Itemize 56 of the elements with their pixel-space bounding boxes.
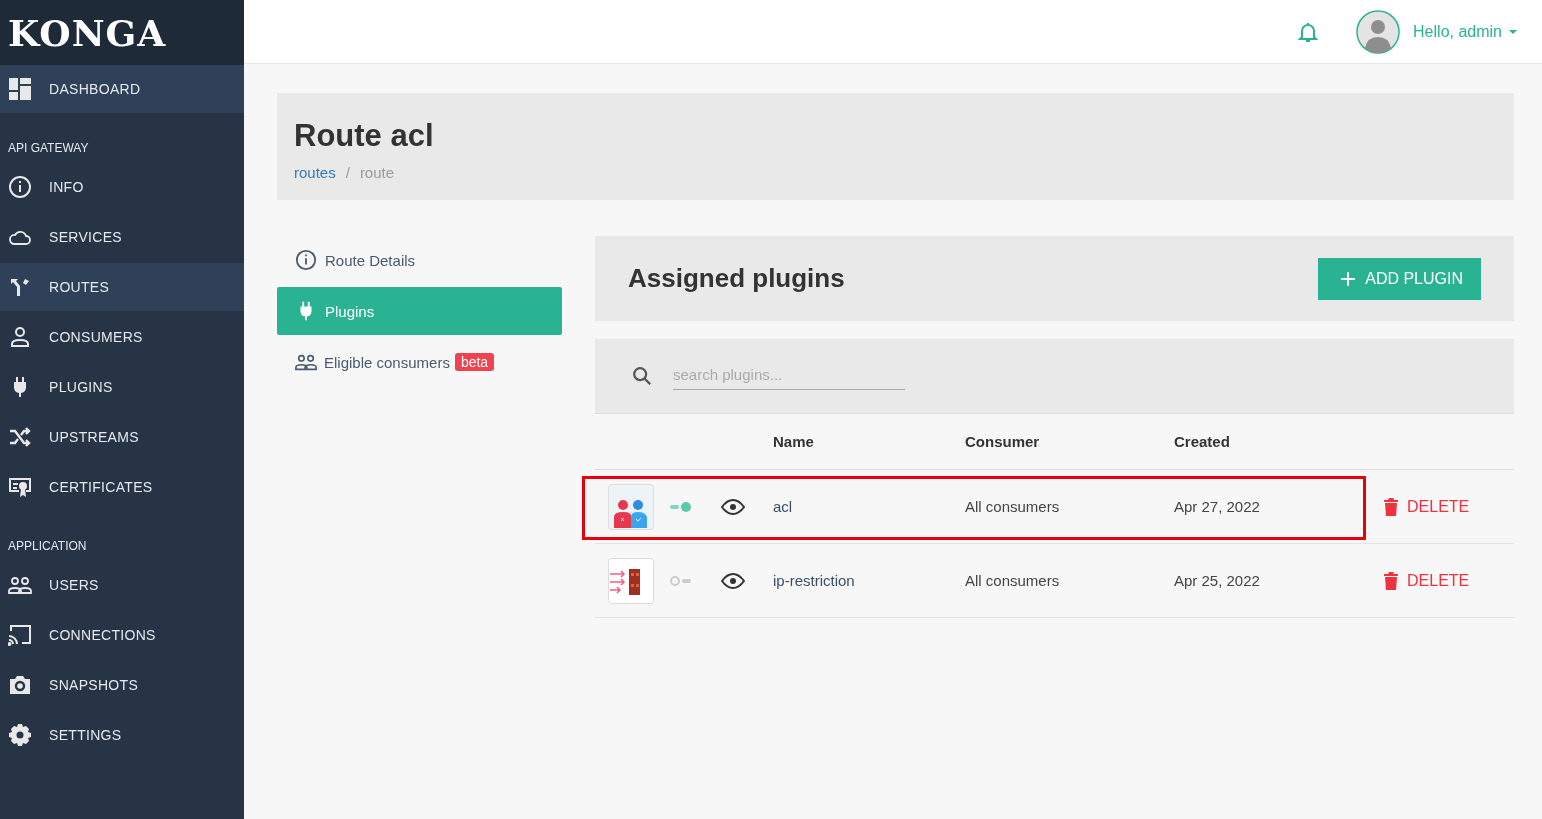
breadcrumb-link[interactable]: routes (294, 164, 336, 181)
sidebar-item[interactable]: USERS (0, 561, 244, 609)
plugin-name[interactable]: acl (773, 498, 965, 515)
sidebar-item[interactable]: INFO (0, 163, 244, 211)
toggle-on-icon[interactable] (669, 500, 693, 513)
sidebar-item[interactable]: CONSUMERS (0, 313, 244, 361)
side-tab[interactable]: Route Details (277, 236, 562, 284)
sidebar-item[interactable]: DASHBOARD (0, 65, 244, 113)
camera-icon (8, 673, 32, 697)
search-icon (631, 365, 653, 387)
info-icon (295, 249, 317, 271)
column-header: Name (773, 433, 815, 450)
panel-title: Assigned plugins (628, 263, 845, 294)
toggle-off-icon[interactable] (669, 574, 693, 587)
avatar-icon[interactable] (1356, 9, 1401, 54)
info-icon (8, 175, 32, 199)
sidebar-item[interactable]: UPSTREAMS (0, 413, 244, 461)
firewall-icon (608, 557, 654, 604)
side-tab[interactable]: Eligible consumers beta (277, 338, 562, 386)
cast-icon (8, 623, 32, 647)
plus-icon (1340, 270, 1357, 287)
sidebar-item[interactable]: SNAPSHOTS (0, 661, 244, 709)
table-cell-text: All consumers (965, 498, 1061, 515)
delete-button[interactable]: DELETE (1384, 571, 1470, 590)
delete-button[interactable]: DELETE (1384, 497, 1470, 516)
caret-icon (1508, 28, 1518, 35)
people-icon (608, 483, 654, 530)
sidebar-section-heading: API GATEWAY (7, 140, 90, 157)
beta-badge: beta (454, 353, 495, 371)
gear-icon (8, 723, 32, 747)
sidebar-item[interactable]: ROUTES (0, 263, 244, 311)
breadcrumb-current: route (359, 164, 395, 181)
table-cell-text: Apr 25, 2022 (1174, 572, 1261, 589)
user-icon (8, 325, 32, 349)
search-field[interactable]: search plugins... (673, 362, 905, 390)
cert-icon (8, 475, 32, 499)
table-cell-text: Apr 27, 2022 (1174, 498, 1261, 515)
sidebar-item[interactable]: SETTINGS (0, 711, 244, 759)
sidebar-item[interactable]: PLUGINS (0, 363, 244, 411)
logo: KONGA (8, 11, 167, 54)
page-title: Route acl (294, 118, 435, 154)
sidebar-item[interactable]: CONNECTIONS (0, 611, 244, 659)
eye-icon[interactable] (721, 572, 745, 589)
shuffle-icon (8, 425, 32, 449)
sidebar-section-heading: APPLICATION (7, 538, 88, 555)
column-header: Consumer (965, 433, 1041, 450)
column-header: Created (1174, 433, 1231, 450)
trash-icon (1384, 497, 1398, 516)
grid-icon (8, 77, 32, 101)
eye-icon[interactable] (721, 498, 745, 515)
breadcrumb-separator: / (345, 164, 350, 181)
table-cell-text: All consumers (965, 572, 1061, 589)
plugin-name[interactable]: ip-restriction (773, 572, 965, 589)
trash-icon (1384, 571, 1398, 590)
sidebar-item[interactable]: CERTIFICATES (0, 463, 244, 511)
sidebar-item[interactable]: SERVICES (0, 213, 244, 261)
